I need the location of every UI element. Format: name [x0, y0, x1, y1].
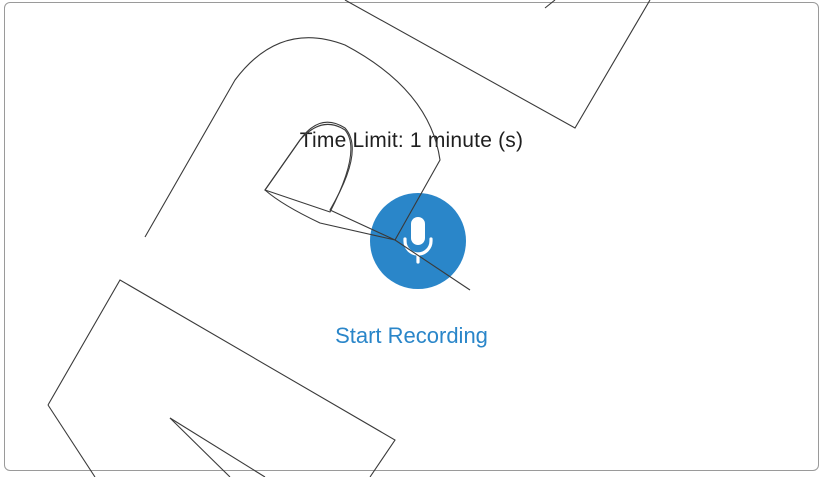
start-recording-mic-button[interactable] — [370, 193, 466, 289]
microphone-icon — [403, 217, 433, 264]
time-limit-text: Time Limit: 1 minute (s) — [299, 129, 524, 152]
recording-panel: Time Limit: 1 minute (s) Start Recording — [4, 2, 819, 471]
start-recording-link[interactable]: Start Recording — [5, 323, 818, 349]
